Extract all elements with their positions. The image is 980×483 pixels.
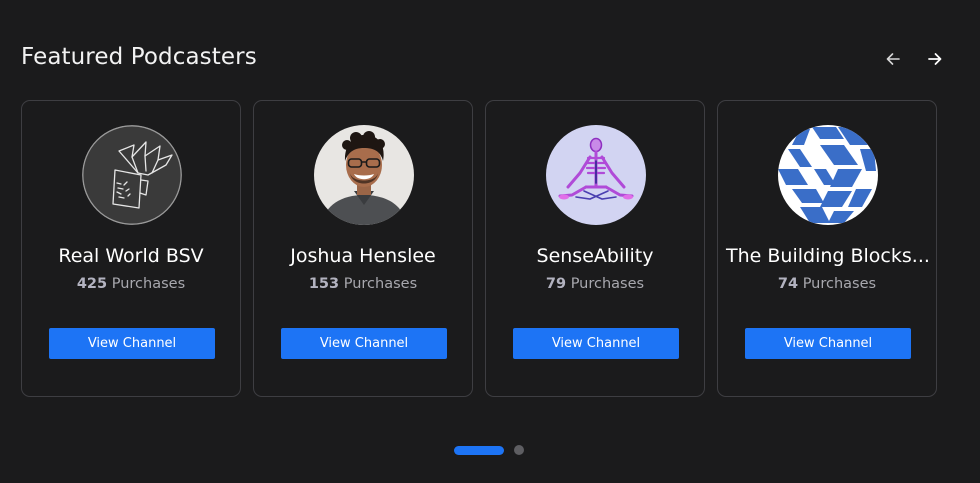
real-world-logo-icon — [82, 125, 182, 225]
avatar[interactable] — [778, 125, 878, 225]
purchases-label: Purchases — [802, 276, 877, 292]
purchases-count: 153 Purchases — [254, 276, 472, 292]
view-channel-button[interactable]: View Channel — [49, 328, 215, 359]
view-channel-button[interactable]: View Channel — [745, 328, 911, 359]
podcaster-card-list: Real World BSV 425 Purchases View Channe… — [21, 100, 937, 397]
carousel-pagination — [454, 445, 524, 455]
purchases-count: 425 Purchases — [22, 276, 240, 292]
avatar[interactable] — [82, 125, 182, 225]
arrow-right-icon — [927, 51, 943, 70]
purchases-label: Purchases — [570, 276, 645, 292]
podcaster-name[interactable]: The Building Blocks... — [718, 245, 936, 267]
featured-podcasters-section: Featured Podcasters Real World BSV 425 P… — [0, 0, 980, 483]
view-channel-button[interactable]: View Channel — [513, 328, 679, 359]
carousel-prev-button[interactable] — [880, 47, 906, 73]
podcaster-name[interactable]: Real World BSV — [22, 245, 240, 267]
podcaster-card: Real World BSV 425 Purchases View Channe… — [21, 100, 241, 397]
purchases-count: 74 Purchases — [718, 276, 936, 292]
pagination-dot-active[interactable] — [454, 445, 504, 455]
purchases-number: 74 — [777, 276, 799, 292]
avatar[interactable] — [314, 125, 414, 225]
section-title: Featured Podcasters — [21, 44, 257, 70]
podcaster-card: Joshua Henslee 153 Purchases View Channe… — [253, 100, 473, 397]
avatar[interactable] — [546, 125, 646, 225]
blue-blocks-logo-icon — [778, 125, 878, 225]
podcaster-card: The Building Blocks... 74 Purchases View… — [717, 100, 937, 397]
purchases-count: 79 Purchases — [486, 276, 704, 292]
person-photo-icon — [314, 125, 414, 225]
purchases-number: 425 — [76, 276, 108, 292]
purchases-number: 79 — [545, 276, 567, 292]
pagination-dot[interactable] — [514, 445, 524, 455]
podcaster-card: SenseAbility 79 Purchases View Channel — [485, 100, 705, 397]
podcaster-name[interactable]: SenseAbility — [486, 245, 704, 267]
arrow-left-icon — [885, 51, 901, 70]
meditating-skeleton-icon — [546, 125, 646, 225]
carousel-next-button[interactable] — [922, 47, 948, 73]
purchases-label: Purchases — [111, 276, 186, 292]
purchases-number: 153 — [308, 276, 340, 292]
podcaster-name[interactable]: Joshua Henslee — [254, 245, 472, 267]
purchases-label: Purchases — [343, 276, 418, 292]
view-channel-button[interactable]: View Channel — [281, 328, 447, 359]
